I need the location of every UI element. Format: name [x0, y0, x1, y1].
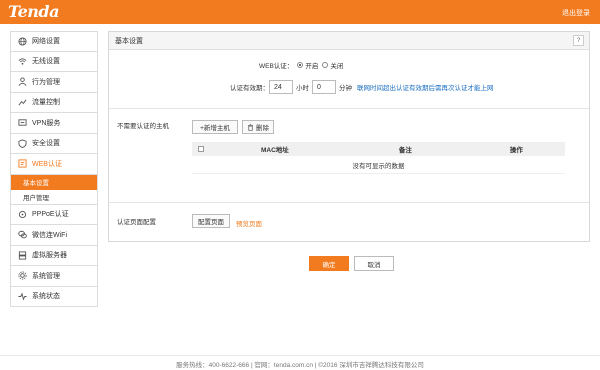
add-host-button[interactable]: +新增主机: [192, 120, 238, 134]
select-all-checkbox[interactable]: [198, 146, 204, 152]
web-auth-icon: [17, 159, 27, 169]
minutes-unit: 分钟: [339, 85, 352, 92]
radio-on-label: 开启: [305, 63, 319, 70]
top-bar: Tenda 退出登录: [0, 0, 600, 24]
sidebar-item-label: WEB认证: [32, 160, 62, 168]
sidebar: 网络设置 无线设置 行为管理 流量控制 VPN服务 安全设置 WEB认证 基本设…: [10, 31, 98, 307]
sidebar-item-virtual-server[interactable]: 虚拟服务器: [10, 245, 98, 266]
col-remark: 备注: [398, 147, 412, 154]
hours-unit: 小时: [296, 85, 309, 92]
footer-divider: [0, 355, 600, 356]
wifi-icon: [17, 56, 27, 66]
col-mac: MAC地址: [261, 147, 289, 154]
sidebar-item-label: 行为管理: [32, 78, 60, 86]
globe-icon: [17, 36, 27, 46]
sidebar-item-label: 系统状态: [32, 293, 60, 301]
radio-off[interactable]: [322, 62, 329, 68]
validity-hint: 联网时间超出认证有效期后需再次认证才能上网: [357, 85, 494, 92]
sidebar-item-label: 无线设置: [32, 58, 60, 66]
gear-icon: [17, 271, 27, 281]
sidebar-item-label: 网络设置: [32, 38, 60, 46]
table-empty-message: 没有可显示的数据: [192, 156, 565, 174]
validity-label: 认证有效期：: [230, 85, 269, 92]
sidebar-item-label: 流量控制: [32, 99, 60, 107]
col-action: 操作: [509, 147, 523, 154]
ok-button[interactable]: 确定: [309, 256, 349, 271]
chart-icon: [17, 97, 27, 107]
sidebar-item-web-auth[interactable]: WEB认证: [10, 154, 98, 175]
sidebar-item-network[interactable]: 网络设置: [10, 31, 98, 52]
web-auth-row: WEB认证： 开启 关闭: [259, 60, 343, 70]
pppoe-icon: [17, 209, 27, 219]
sidebar-item-system-management[interactable]: 系统管理: [10, 266, 98, 287]
sidebar-subitem-basic[interactable]: 基本设置: [10, 174, 98, 190]
config-page-button[interactable]: 配置页面: [192, 214, 230, 228]
preview-page-link[interactable]: 预览页面: [236, 218, 262, 228]
help-button[interactable]: ?: [573, 35, 584, 46]
section-divider: [109, 108, 589, 109]
sidebar-item-label: PPPoE认证: [32, 211, 69, 219]
logout-link[interactable]: 退出登录: [562, 8, 590, 18]
sidebar-item-traffic[interactable]: 流量控制: [10, 92, 98, 113]
exempt-hosts-label: 不需要认证的主机: [117, 123, 169, 130]
sidebar-item-label: 安全设置: [32, 140, 60, 148]
web-auth-label: WEB认证：: [259, 63, 294, 70]
panel-header: 基本设置 ?: [109, 32, 589, 50]
person-icon: [17, 77, 27, 87]
minutes-input[interactable]: 0: [312, 80, 336, 94]
sidebar-subitem-users[interactable]: 用户管理: [10, 189, 98, 205]
radio-on[interactable]: [297, 62, 304, 68]
wechat-icon: [17, 230, 27, 240]
sidebar-item-label: 微信连WiFi: [32, 231, 67, 239]
tenda-logo: Tenda: [8, 2, 59, 21]
status-icon: [17, 291, 27, 301]
server-icon: [17, 250, 27, 260]
delete-label: 删除: [256, 125, 269, 132]
sidebar-item-wireless[interactable]: 无线设置: [10, 51, 98, 72]
footer: 服务热线：400-6622-666 | 官网：tenda.com.cn | ©2…: [176, 362, 424, 369]
sidebar-item-label: 虚拟服务器: [32, 252, 67, 260]
radio-off-label: 关闭: [330, 63, 344, 70]
sidebar-item-behavior[interactable]: 行为管理: [10, 72, 98, 93]
hours-input[interactable]: 24: [269, 80, 293, 94]
sidebar-item-system-status[interactable]: 系统状态: [10, 286, 98, 307]
section-divider: [109, 202, 589, 203]
validity-row: 认证有效期： 24 小时 0 分钟 联网时间超出认证有效期后需再次认证才能上网: [230, 80, 494, 94]
table-header: MAC地址 备注 操作: [192, 142, 565, 156]
settings-panel: 基本设置 ? WEB认证： 开启 关闭 认证有效期： 24 小时 0 分钟 联网…: [108, 31, 590, 242]
sidebar-item-label: VPN服务: [32, 119, 61, 127]
sidebar-item-pppoe[interactable]: PPPoE认证: [10, 204, 98, 225]
trash-icon: [247, 123, 254, 131]
sidebar-item-security[interactable]: 安全设置: [10, 133, 98, 154]
exempt-hosts-table: MAC地址 备注 操作 没有可显示的数据: [192, 142, 565, 174]
sidebar-item-wechat-wifi[interactable]: 微信连WiFi: [10, 225, 98, 246]
sidebar-item-label: 系统管理: [32, 272, 60, 280]
vpn-icon: [17, 118, 27, 128]
sidebar-item-vpn[interactable]: VPN服务: [10, 113, 98, 134]
shield-icon: [17, 138, 27, 148]
page-config-label: 认证页面配置: [117, 219, 156, 226]
delete-button[interactable]: 删除: [242, 120, 274, 134]
cancel-button[interactable]: 取消: [354, 256, 394, 271]
panel-title: 基本设置: [115, 37, 143, 45]
